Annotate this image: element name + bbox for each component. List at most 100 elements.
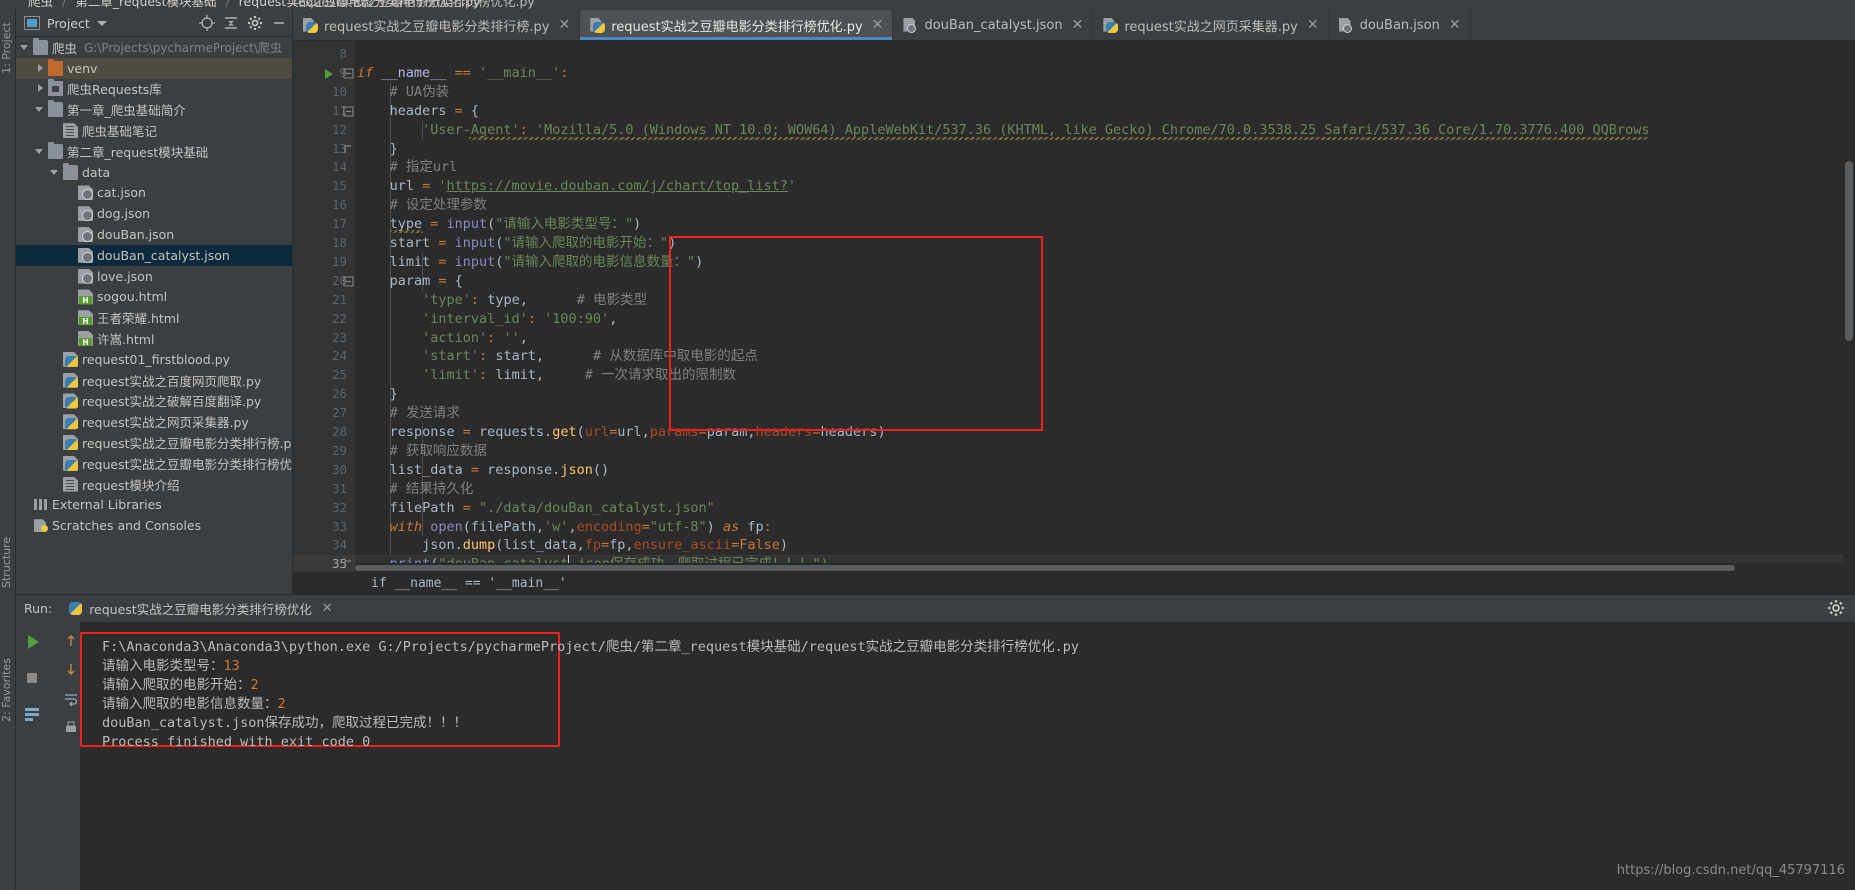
tree-row[interactable]: request实战之豆瓣电影分类排行榜优化.py bbox=[16, 453, 292, 474]
stop-icon[interactable] bbox=[22, 668, 42, 688]
gear-icon[interactable] bbox=[244, 12, 266, 34]
tree-row-label: Scratches and Consoles bbox=[52, 518, 202, 534]
editor-code-area[interactable]: if __name__ == '__main__': # UA伪装 header… bbox=[355, 41, 1855, 572]
breadcrumb-separator: / bbox=[62, 0, 67, 9]
fold-marker-icon[interactable] bbox=[343, 555, 354, 572]
tree-row[interactable]: venv bbox=[16, 57, 292, 79]
close-icon[interactable]: ✕ bbox=[559, 18, 571, 32]
breadcrumb-item-0[interactable]: 爬虫 bbox=[28, 0, 53, 9]
tree-row[interactable]: 许嵩.html bbox=[16, 328, 292, 349]
editor-gutter[interactable]: 8 9 10 11 12 13 14 15 16 17 18 19 20 21 22 23 24 25 26 27 28… bbox=[293, 41, 355, 572]
scrollbar-thumb[interactable] bbox=[355, 565, 1735, 571]
tree-row[interactable]: sogou.html bbox=[16, 287, 292, 308]
console-line: douBan_catalyst.json保存成功，爬取过程已完成！！！ bbox=[102, 714, 467, 733]
close-icon[interactable]: ✕ bbox=[872, 18, 884, 32]
chevron-down-icon[interactable] bbox=[96, 20, 107, 26]
fold-marker-icon[interactable] bbox=[343, 140, 354, 159]
code-line: # 结果持久化 bbox=[389, 480, 474, 497]
tree-row-label: sogou.html bbox=[97, 289, 168, 305]
rerun-icon[interactable] bbox=[22, 704, 42, 724]
editor-tab[interactable]: douBan.json ✕ bbox=[1329, 10, 1471, 40]
tree-row[interactable]: request模块介绍 bbox=[16, 474, 292, 495]
partial-tab-label: request实战之豆瓣电影分类排行榜优化.py bbox=[293, 0, 535, 9]
tree-row-label: data bbox=[82, 164, 111, 180]
settings-icon[interactable] bbox=[1827, 599, 1845, 617]
tree-row[interactable]: cat.json bbox=[16, 183, 292, 204]
tree-row[interactable]: Scratches and Consoles bbox=[16, 515, 292, 536]
library-icon bbox=[33, 497, 48, 512]
project-toolbar: Project bbox=[16, 10, 292, 37]
close-icon[interactable]: ✕ bbox=[1307, 18, 1319, 32]
rail-tab-structure[interactable]: Structure bbox=[0, 520, 16, 588]
run-icon[interactable] bbox=[22, 632, 42, 652]
tree-row-label: request实战之网页采集器.py bbox=[82, 415, 249, 431]
tree-row[interactable]: 第二章_request模块基础 bbox=[16, 141, 292, 162]
console-line: 请输入电影类型号：13 bbox=[102, 657, 240, 676]
run-gutter-icon[interactable] bbox=[324, 64, 334, 83]
print-icon[interactable] bbox=[63, 720, 79, 741]
breadcrumb-item-1[interactable]: 第二章_request模块基础 bbox=[75, 0, 216, 9]
tree-row[interactable]: love.json bbox=[16, 266, 292, 287]
tree-row[interactable]: 爬虫Requests库 bbox=[16, 79, 292, 100]
tree-row[interactable]: request实战之破解百度翻译.py bbox=[16, 391, 292, 412]
tree-row[interactable]: 爬虫 G:\Projects\pycharmeProject\爬虫 bbox=[16, 37, 292, 58]
rail-tab-favorites[interactable]: 2: Favorites bbox=[0, 650, 16, 722]
close-icon[interactable]: ✕ bbox=[322, 601, 333, 616]
tree-row-label: 王者荣耀.html bbox=[97, 311, 180, 327]
editor-tab[interactable]: request实战之网页采集器.py ✕ bbox=[1093, 10, 1329, 40]
editor-tab[interactable]: request实战之豆瓣电影分类排行榜.py ✕ bbox=[293, 10, 581, 40]
console-output[interactable]: F:\Anaconda3\Anaconda3\python.exe G:/Pro… bbox=[80, 622, 1855, 890]
editor-tab[interactable]: douBan_catalyst.json ✕ bbox=[893, 10, 1094, 40]
tree-row[interactable]: douBan_catalyst.json bbox=[16, 244, 292, 266]
tree-row[interactable]: data bbox=[16, 162, 292, 183]
console-prompt: 请输入电影类型号： bbox=[102, 658, 224, 674]
line-number: 33 bbox=[331, 518, 347, 534]
json-file-icon bbox=[78, 185, 93, 201]
console-input-value: 13 bbox=[223, 658, 240, 674]
tree-row[interactable]: request01_firstblood.py bbox=[16, 349, 292, 370]
collapse-all-icon[interactable] bbox=[220, 12, 242, 34]
tree-row[interactable]: 第一章_爬虫基础简介 bbox=[16, 99, 292, 120]
warning-squiggle bbox=[468, 136, 1649, 140]
minimize-icon[interactable] bbox=[268, 12, 290, 34]
editor-tab-label: request实战之豆瓣电影分类排行榜优化.py bbox=[611, 19, 863, 35]
code-editor[interactable]: 8 9 10 11 12 13 14 15 16 17 18 19 20 21 22 23 24 25 26 27 28… bbox=[293, 41, 1855, 572]
fold-marker-icon[interactable] bbox=[343, 64, 354, 83]
editor-vertical-scrollbar[interactable] bbox=[1843, 41, 1855, 572]
tree-row[interactable]: request实战之网页采集器.py bbox=[16, 411, 292, 432]
chevron-down-icon[interactable] bbox=[20, 42, 31, 53]
tree-row[interactable]: dog.json bbox=[16, 203, 292, 224]
tree-row[interactable]: request实战之百度网页爬取.py bbox=[16, 370, 292, 391]
tree-row-label: 许嵩.html bbox=[97, 332, 155, 348]
tree-row[interactable]: 爬虫基础笔记 bbox=[16, 120, 292, 141]
rail-tab-project[interactable]: 1: Project bbox=[0, 16, 16, 74]
fold-marker-icon[interactable] bbox=[343, 102, 354, 121]
line-number: 31 bbox=[331, 480, 347, 496]
tree-row[interactable]: 王者荣耀.html bbox=[16, 307, 292, 328]
editor-tab[interactable]: request实战之豆瓣电影分类排行榜优化.py ✕ bbox=[580, 10, 894, 40]
fold-marker-icon[interactable] bbox=[343, 272, 354, 291]
tree-row[interactable]: External Libraries bbox=[16, 495, 292, 516]
tree-row-label: love.json bbox=[97, 268, 153, 284]
chevron-right-icon[interactable] bbox=[35, 63, 46, 74]
line-number: 34 bbox=[331, 537, 347, 553]
scrollbar-thumb[interactable] bbox=[1845, 161, 1853, 341]
close-icon[interactable]: ✕ bbox=[1449, 18, 1461, 32]
tree-row[interactable]: douBan.json bbox=[16, 224, 292, 245]
soft-wrap-icon[interactable] bbox=[63, 692, 79, 713]
close-icon[interactable]: ✕ bbox=[1072, 18, 1084, 32]
chevron-right-icon[interactable] bbox=[35, 83, 46, 94]
run-config-tab[interactable]: request实战之豆瓣电影分类排行榜优化 ✕ bbox=[68, 599, 333, 618]
chevron-down-icon[interactable] bbox=[35, 104, 46, 115]
tree-row[interactable]: request实战之豆瓣电影分类排行榜.py bbox=[16, 432, 292, 453]
chevron-down-icon[interactable] bbox=[35, 146, 46, 157]
tree-row-label: 爬虫基础笔记 bbox=[82, 124, 158, 140]
project-tree[interactable]: 爬虫 G:\Projects\pycharmeProject\爬虫 venv 爬虫Re… bbox=[16, 37, 292, 583]
locate-icon[interactable] bbox=[196, 12, 218, 34]
scroll-up-icon[interactable] bbox=[64, 634, 78, 653]
editor-horizontal-scrollbar[interactable] bbox=[355, 563, 1843, 572]
chevron-down-icon[interactable] bbox=[50, 167, 61, 178]
scroll-down-icon[interactable] bbox=[64, 662, 78, 681]
